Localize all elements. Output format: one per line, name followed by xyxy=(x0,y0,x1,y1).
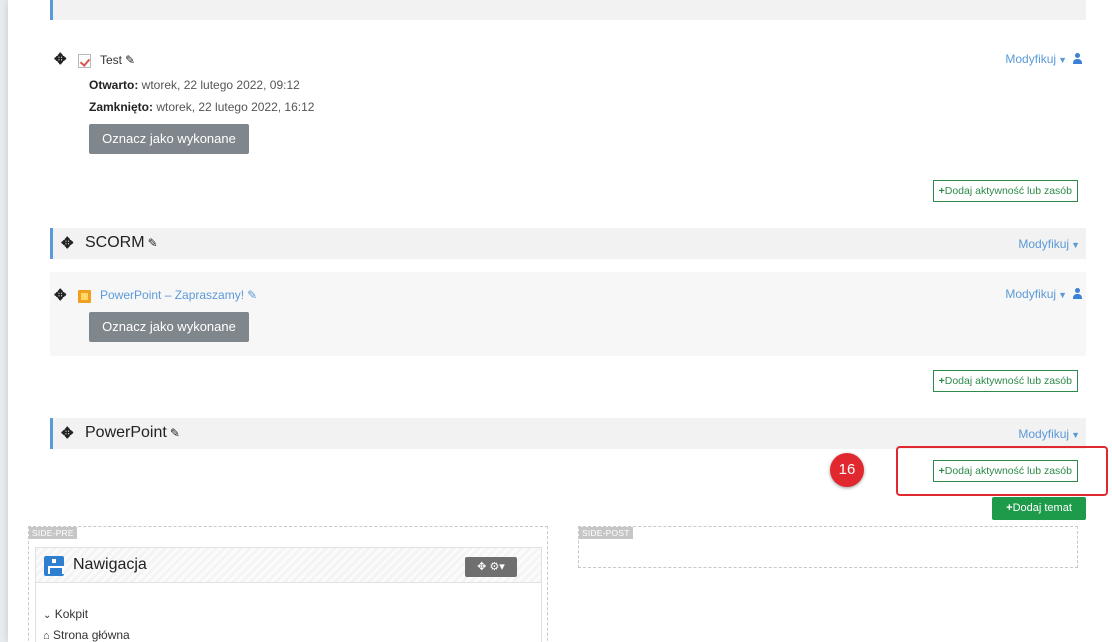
move-icon[interactable]: ✥ xyxy=(61,426,74,441)
pencil-icon[interactable]: ✎ xyxy=(125,53,135,67)
home-icon: ⌂ xyxy=(43,630,50,642)
modify-menu[interactable]: Modyfikuj ▼ xyxy=(1005,52,1082,66)
scorm-package-icon xyxy=(78,288,91,306)
sitemap-icon xyxy=(44,556,64,576)
section-top-strip xyxy=(50,0,1086,20)
close-date: Zamknięto: wtorek, 22 lutego 2022, 16:12 xyxy=(89,100,314,114)
modify-menu[interactable]: Modyfikuj ▼ xyxy=(1018,427,1080,441)
section-header-scorm: ✥ SCORM ✎ Modyfikuj ▼ xyxy=(50,228,1086,259)
modify-menu[interactable]: Modyfikuj ▼ xyxy=(1005,287,1082,301)
section-header-powerpoint: ✥ PowerPoint ✎ Modyfikuj ▼ xyxy=(50,418,1086,449)
mark-done-button[interactable]: Oznacz jako wykonane xyxy=(89,124,249,154)
close-date-value: wtorek, 22 lutego 2022, 16:12 xyxy=(153,100,315,114)
modify-label[interactable]: Modyfikuj xyxy=(1005,287,1056,301)
block-title: Nawigacja xyxy=(73,556,147,573)
activity-powerpoint-scorm: ✥ PowerPoint – Zapraszamy! ✎ Modyfikuj ▼ O… xyxy=(50,272,1086,356)
block-actions[interactable]: ✥ ⚙▾ xyxy=(465,557,517,577)
add-activity-label: Dodaj aktywność lub zasób xyxy=(944,375,1072,387)
move-icon[interactable]: ✥ xyxy=(54,288,67,303)
caret-down-icon: ▼ xyxy=(1071,430,1080,440)
add-activity-button[interactable]: +Dodaj aktywność lub zasób xyxy=(932,180,1078,202)
section-title-text: SCORM xyxy=(85,234,145,251)
section-title-text: PowerPoint xyxy=(85,424,167,441)
activity-test: ✥ Test ✎ Modyfikuj ▼ Otwarto: wtorek, 22 l… xyxy=(50,42,1086,167)
callout-number-badge: 16 xyxy=(830,453,864,487)
side-pre-region: SIDE-PRE Nawigacja ✥ ⚙▾ ⌄ Kokpit ⌂ Stron… xyxy=(28,526,548,642)
caret-down-icon: ▼ xyxy=(1071,240,1080,250)
side-post-region: SIDE-POST xyxy=(578,526,1078,568)
add-topic-button[interactable]: +Dodaj temat xyxy=(992,497,1086,520)
pencil-icon[interactable]: ✎ xyxy=(170,426,180,440)
close-date-label: Zamknięto: xyxy=(89,100,154,114)
user-icon[interactable] xyxy=(1073,288,1082,299)
modify-label[interactable]: Modyfikuj xyxy=(1005,52,1056,66)
nav-item-label[interactable]: Kokpit xyxy=(55,607,88,621)
modify-label[interactable]: Modyfikuj xyxy=(1018,427,1069,441)
activity-title[interactable]: Test ✎ xyxy=(100,53,135,67)
region-label: SIDE-PRE xyxy=(29,527,77,539)
caret-down-icon: ▼ xyxy=(1058,290,1067,300)
user-icon[interactable] xyxy=(1073,53,1082,64)
modify-menu[interactable]: Modyfikuj ▼ xyxy=(1018,237,1080,251)
add-activity-button[interactable]: +Dodaj aktywność lub zasób xyxy=(932,370,1078,392)
section-title: PowerPoint ✎ xyxy=(85,424,180,442)
callout-highlight-box xyxy=(896,446,1108,496)
test-activity-icon xyxy=(78,53,91,71)
section-title: SCORM ✎ xyxy=(85,234,158,252)
nav-item-kokpit[interactable]: ⌄ Kokpit xyxy=(43,607,88,621)
open-date: Otwarto: wtorek, 22 lutego 2022, 09:12 xyxy=(89,78,300,92)
gear-icon[interactable]: ⚙▾ xyxy=(489,561,504,573)
chevron-down-icon: ⌄ xyxy=(43,610,52,621)
move-icon[interactable]: ✥ xyxy=(61,236,74,251)
powerpoint-link[interactable]: PowerPoint – Zapraszamy! xyxy=(100,288,244,302)
move-icon[interactable]: ✥ xyxy=(54,52,67,67)
move-icon[interactable]: ✥ xyxy=(477,561,486,573)
nav-item-home[interactable]: ⌂ Strona główna xyxy=(43,628,130,642)
pencil-icon[interactable]: ✎ xyxy=(148,236,158,250)
open-date-value: wtorek, 22 lutego 2022, 09:12 xyxy=(138,78,300,92)
pencil-icon[interactable]: ✎ xyxy=(247,288,257,302)
test-link[interactable]: Test xyxy=(100,53,122,67)
course-page: ✥ Test ✎ Modyfikuj ▼ Otwarto: wtorek, 22 l… xyxy=(8,0,1112,642)
mark-done-button[interactable]: Oznacz jako wykonane xyxy=(89,312,249,342)
nav-item-label[interactable]: Strona główna xyxy=(53,628,130,642)
add-activity-label: Dodaj aktywność lub zasób xyxy=(944,185,1072,197)
navigation-block-header: Nawigacja ✥ ⚙▾ xyxy=(35,547,542,583)
add-topic-label: Dodaj temat xyxy=(1012,502,1072,514)
open-date-label: Otwarto: xyxy=(89,78,139,92)
caret-down-icon: ▼ xyxy=(1058,55,1067,65)
modify-label[interactable]: Modyfikuj xyxy=(1018,237,1069,251)
activity-title[interactable]: PowerPoint – Zapraszamy! ✎ xyxy=(100,288,257,302)
region-label: SIDE-POST xyxy=(579,527,633,539)
